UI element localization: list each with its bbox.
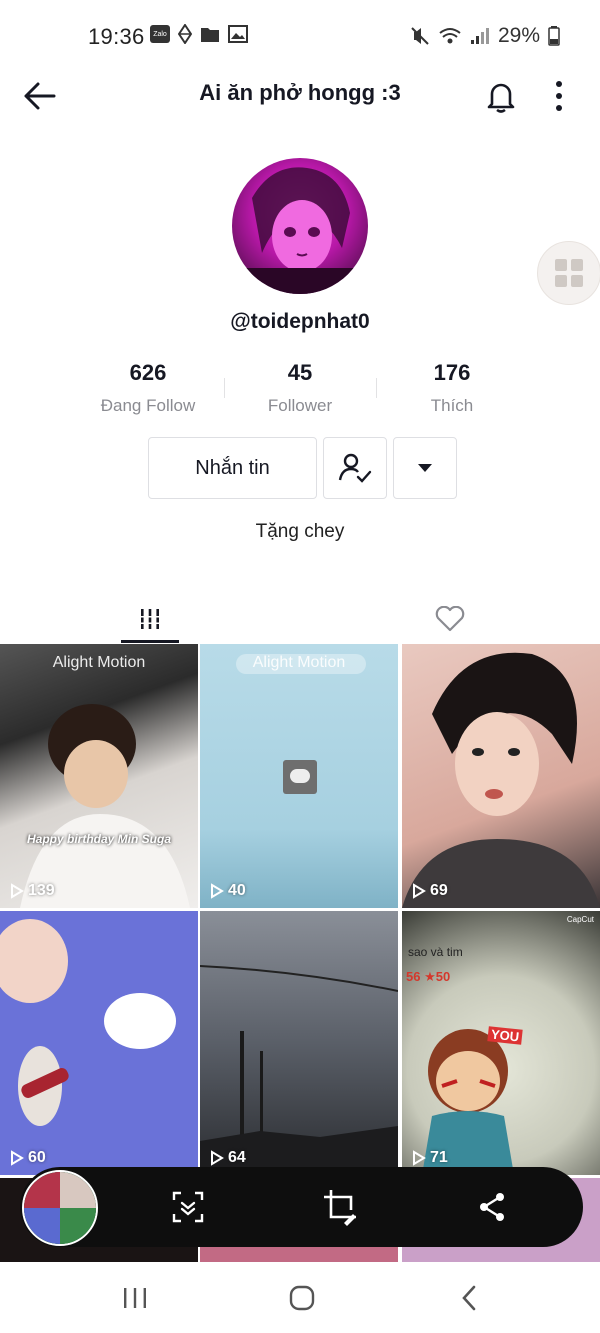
video-thumbnail[interactable]: Alight Motion Happy birthday Min Suga 13… [0,644,198,908]
video-image [20,704,190,908]
suggested-accounts-button[interactable] [393,437,457,499]
avatar[interactable] [232,158,368,294]
video-image [402,652,600,908]
play-icon [11,883,24,899]
stat-likes-label: Thích [430,396,474,415]
status-bar: 19:36 Zalo 29% [0,0,600,70]
video-image [200,965,398,1175]
video-caption: Happy birthday Min Suga [26,832,171,846]
play-count-value: 40 [228,882,246,899]
grid-lines-icon [141,609,159,629]
play-icon [413,883,426,899]
play-count: 71 [412,1149,448,1167]
video-watermark: Alight Motion [252,654,346,671]
screenshot-preview-thumbnail[interactable] [22,1170,98,1246]
play-count-value: 71 [430,1149,448,1166]
heart-icon [435,606,465,632]
preview-image [24,1172,96,1244]
scroll-capture-icon[interactable] [171,1190,205,1224]
caret-down-icon [418,464,432,472]
play-icon [413,1150,426,1166]
stat-followers-value: 45 [287,360,313,385]
user-check-icon [338,453,372,483]
signal-icon [470,28,489,44]
crop-edit-icon[interactable] [322,1188,360,1226]
recent-apps-icon[interactable] [122,1286,148,1310]
play-icon [11,1150,24,1166]
status-time: 19:36 [88,24,145,49]
play-icon [211,1150,224,1166]
floating-grid-button[interactable] [537,241,600,305]
play-count: 69 [412,882,448,900]
video-thumbnail[interactable]: 60 [0,911,198,1175]
play-count: 40 [210,882,246,900]
back-nav-icon[interactable] [460,1284,478,1312]
stat-likes-value: 176 [433,360,471,385]
video-image [0,919,176,1126]
bell-icon[interactable] [484,78,518,114]
battery-icon [548,26,560,46]
active-tab-indicator [121,640,179,643]
video-thumbnail[interactable]: CapCut sao và tim 56 ★50 YOU 71 [402,911,600,1175]
more-options-icon[interactable] [548,80,570,112]
profile-handle: @toidepnhat0 [230,310,370,333]
video-thumbnail[interactable]: Alight Motion 40 [200,644,398,908]
message-button[interactable]: Nhắn tin [148,437,317,499]
mute-icon [411,27,429,45]
zalo-icon: Zalo [150,25,170,43]
play-count: 64 [210,1149,246,1167]
stat-following-value: 626 [129,360,167,385]
grid-squares-icon [555,259,583,287]
avatar-image [232,167,368,294]
folder-icon [201,28,219,42]
play-count-value: 64 [228,1149,246,1166]
battery-percent: 29% [497,24,540,47]
status-system-icons: 29% [410,24,560,48]
video-image [422,1029,514,1175]
stat-following-label: Đang Follow [100,396,196,415]
image-icon [228,25,248,43]
play-count-value: 139 [28,882,55,899]
play-icon [211,883,224,899]
stat-followers[interactable]: 45 Follower [225,360,375,416]
stat-likes[interactable]: 176 Thích [377,360,527,416]
profile-bio: Tặng chey [255,521,345,542]
tab-videos[interactable] [0,595,300,643]
tab-liked[interactable] [300,595,600,643]
play-count-value: 69 [430,882,448,899]
play-count: 60 [10,1149,46,1167]
stat-followers-label: Follower [267,396,333,415]
play-count: 139 [10,882,55,900]
home-icon[interactable] [288,1284,316,1312]
status-notification-icons: Zalo [150,24,248,44]
video-thumbnail[interactable]: 64 [200,911,398,1175]
system-navigation-bar [0,1262,600,1333]
diamond-icon [178,24,192,44]
video-image [283,760,317,794]
play-count-value: 60 [28,1149,46,1166]
share-icon[interactable] [478,1192,506,1222]
wifi-icon [439,28,461,44]
following-status-button[interactable] [323,437,387,499]
video-thumbnail[interactable]: 69 [402,644,600,908]
stat-following[interactable]: 626 Đang Follow [73,360,223,416]
